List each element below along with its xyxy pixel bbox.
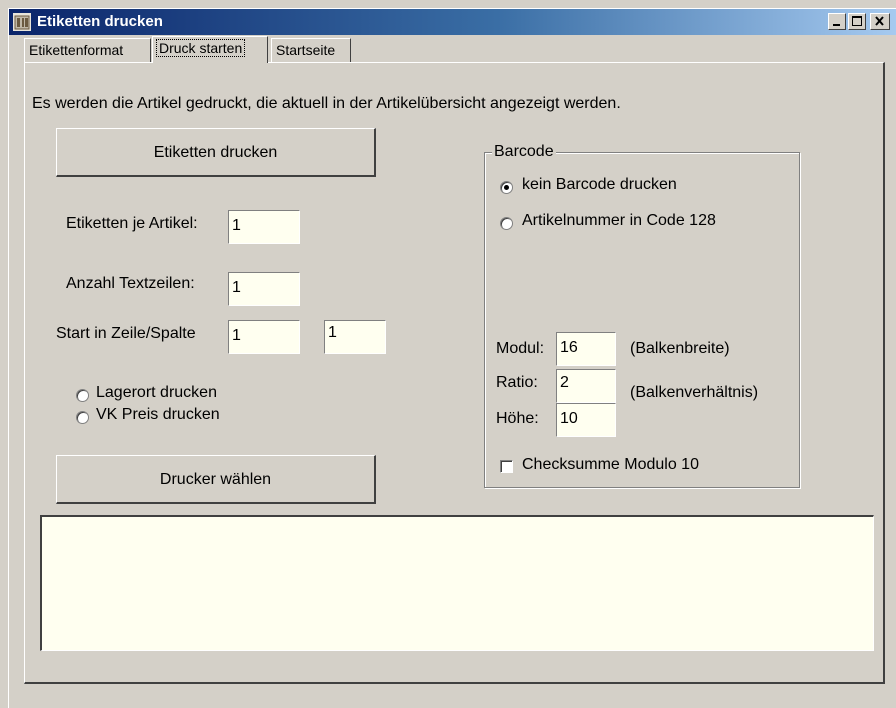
close-icon: [875, 16, 884, 26]
storage-location-radio[interactable]: [76, 389, 89, 402]
start-row-field[interactable]: 1: [228, 320, 300, 354]
sales-price-label: VK Preis drucken: [96, 406, 220, 423]
checksum-checkbox[interactable]: [500, 460, 513, 473]
text-lines-label: Anzahl Textzeilen:: [66, 275, 195, 292]
title-bar[interactable]: Etiketten drucken: [9, 9, 896, 35]
app-icon: [13, 13, 31, 31]
tab-etikettenformat[interactable]: Etikettenformat: [24, 38, 151, 62]
ratio-field[interactable]: 2: [556, 369, 616, 403]
print-labels-button[interactable]: Etiketten drucken: [56, 128, 376, 177]
storage-location-label: Lagerort drucken: [96, 384, 217, 401]
code128-label: Artikelnummer in Code 128: [522, 212, 716, 229]
log-textarea[interactable]: [40, 515, 874, 651]
no-barcode-label: kein Barcode drucken: [522, 176, 677, 193]
barcode-group-title: Barcode: [492, 143, 556, 161]
modul-label: Modul:: [496, 340, 545, 357]
labels-per-article-field[interactable]: 1: [228, 210, 300, 244]
maximize-icon: [852, 16, 862, 26]
window-title: Etiketten drucken: [37, 13, 163, 30]
text-lines-field[interactable]: 1: [228, 272, 300, 306]
barcode-group: [484, 152, 800, 488]
choose-printer-button[interactable]: Drucker wählen: [56, 455, 376, 504]
modul-hint: (Balkenbreite): [630, 340, 730, 357]
code128-radio[interactable]: [500, 217, 513, 230]
checksum-label: Checksumme Modulo 10: [522, 456, 699, 473]
minimize-button[interactable]: [828, 13, 846, 30]
ratio-hint: (Balkenverhältnis): [630, 384, 759, 401]
tab-druck-starten[interactable]: Druck starten: [152, 36, 268, 63]
modul-field[interactable]: 16: [556, 332, 616, 366]
start-position-label: Start in Zeile/Spalte: [56, 325, 196, 342]
start-column-field[interactable]: 1: [324, 320, 386, 354]
height-label: Höhe:: [496, 410, 539, 427]
no-barcode-radio[interactable]: [500, 181, 513, 194]
info-text: Es werden die Artikel gedruckt, die aktu…: [32, 95, 621, 112]
ratio-label: Ratio:: [496, 374, 538, 391]
height-field[interactable]: 10: [556, 403, 616, 437]
close-button[interactable]: [870, 13, 890, 30]
tab-druck-starten-label: Druck starten: [155, 39, 246, 57]
maximize-button[interactable]: [848, 13, 866, 30]
sales-price-radio[interactable]: [76, 411, 89, 424]
labels-per-article-label: Etiketten je Artikel:: [66, 215, 198, 232]
minimize-icon: [833, 24, 840, 26]
tab-startseite[interactable]: Startseite: [271, 38, 351, 62]
